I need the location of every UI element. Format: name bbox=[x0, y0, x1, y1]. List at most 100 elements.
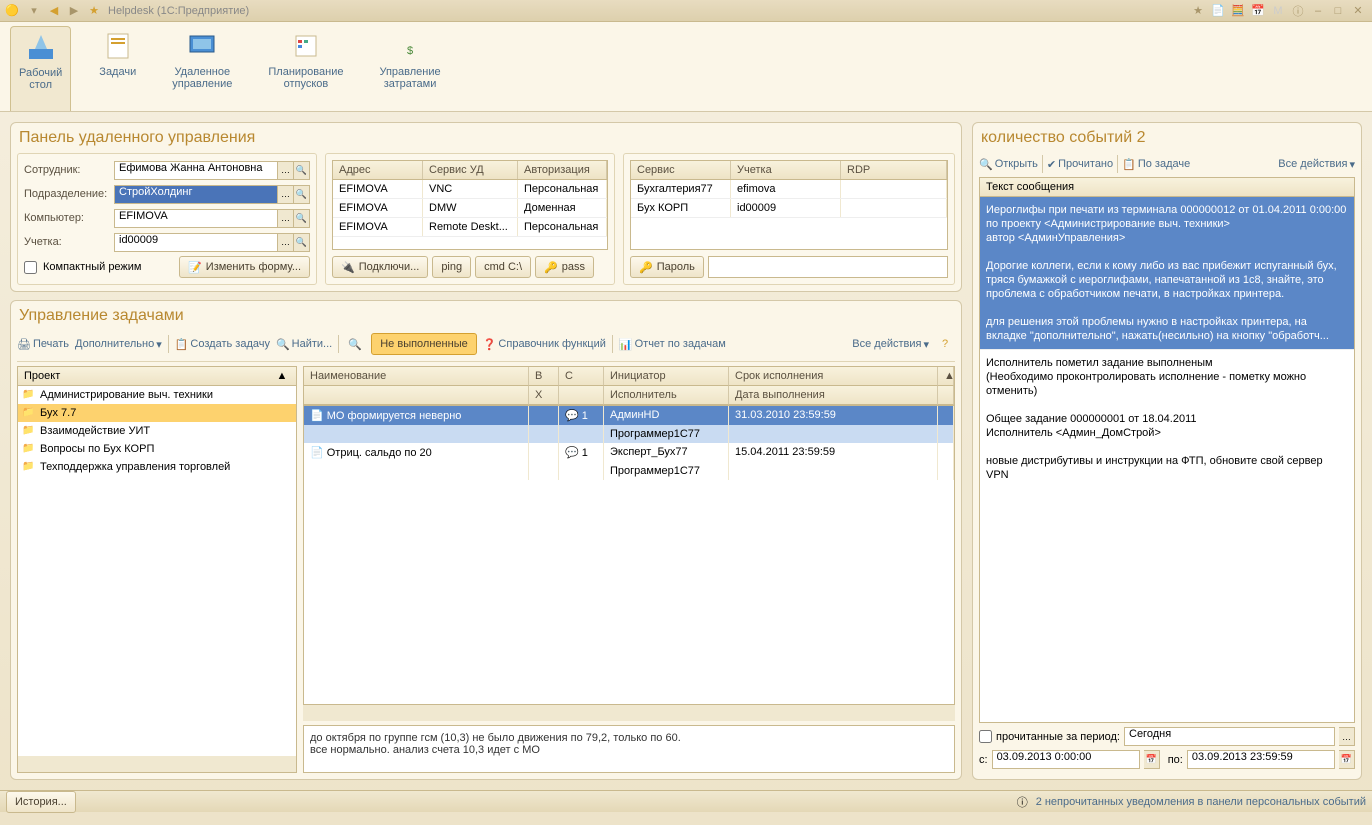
history-button[interactable]: История... bbox=[6, 791, 76, 813]
doc-icon[interactable]: 📄 bbox=[1210, 3, 1226, 19]
sort-icon[interactable]: ▲ bbox=[274, 370, 290, 382]
proj-header[interactable]: Проект bbox=[24, 370, 274, 382]
employee-input[interactable] bbox=[114, 161, 278, 180]
compact-checkbox[interactable] bbox=[24, 261, 37, 274]
compact-label: Компактный режим bbox=[43, 261, 142, 273]
cmd-button[interactable]: cmd C:\ bbox=[475, 256, 531, 278]
read-button[interactable]: ✔ Прочитано bbox=[1047, 158, 1113, 171]
bytask-button[interactable]: 📋 По задаче bbox=[1122, 158, 1190, 171]
dropdown-icon[interactable]: ▾ bbox=[26, 3, 42, 19]
th-exec[interactable]: Исполнитель bbox=[604, 386, 729, 405]
minimize-icon[interactable]: – bbox=[1310, 3, 1326, 19]
employee-search-icon[interactable]: 🔍 bbox=[294, 161, 310, 180]
nav-remote[interactable]: Удаленное управление bbox=[164, 26, 240, 111]
th-due[interactable]: Срок исполнения bbox=[729, 367, 938, 386]
read-period-checkbox[interactable] bbox=[979, 730, 992, 743]
account-search-icon[interactable]: 🔍 bbox=[294, 233, 310, 252]
computer-more-icon[interactable]: … bbox=[278, 209, 294, 228]
nav-costs[interactable]: $ Управление затратами bbox=[371, 26, 448, 111]
to-date-input[interactable]: 03.09.2013 23:59:59 bbox=[1187, 750, 1335, 769]
close-icon[interactable]: ✕ bbox=[1350, 3, 1366, 19]
employee-label: Сотрудник: bbox=[24, 164, 114, 176]
allactions-button[interactable]: Все действия ▾ bbox=[852, 338, 929, 351]
col-service[interactable]: Сервис УД bbox=[423, 161, 518, 179]
th-c[interactable]: С bbox=[559, 367, 604, 386]
star-icon[interactable]: ★ bbox=[86, 3, 102, 19]
account-input[interactable] bbox=[114, 233, 278, 252]
task-scroll-h[interactable] bbox=[303, 705, 955, 721]
period-preset-input[interactable]: Сегодня bbox=[1124, 727, 1335, 746]
task-row[interactable]: 📄 Отриц. сальдо по 20💬 1Эксперт_Бух7715.… bbox=[304, 443, 954, 462]
nav-fwd-icon[interactable]: ▶ bbox=[66, 3, 82, 19]
project-item[interactable]: Администрирование выч. техники bbox=[18, 386, 296, 404]
change-form-button[interactable]: 📝 Изменить форму... bbox=[179, 256, 310, 278]
notif-text[interactable]: 2 непрочитанных уведомления в панели пер… bbox=[1036, 796, 1366, 808]
print-button[interactable]: 🖨 Печать bbox=[17, 338, 69, 351]
project-item[interactable]: Взаимодействие УИТ bbox=[18, 422, 296, 440]
project-item[interactable]: Вопросы по Бух КОРП bbox=[18, 440, 296, 458]
th-sort-icon[interactable]: ▲ bbox=[938, 367, 954, 386]
col-addr[interactable]: Адрес bbox=[333, 161, 423, 179]
th-b[interactable]: В bbox=[529, 367, 559, 386]
filter-icon[interactable]: 🔍 bbox=[347, 336, 363, 352]
proj-scroll-h[interactable] bbox=[18, 756, 296, 772]
computer-search-icon[interactable]: 🔍 bbox=[294, 209, 310, 228]
calendar-icon[interactable]: 📅 bbox=[1250, 3, 1266, 19]
pass-button[interactable]: 🔑 pass bbox=[535, 256, 594, 278]
col-auth[interactable]: Авторизация bbox=[518, 161, 607, 179]
open-button[interactable]: 🔍 Открыть bbox=[979, 158, 1038, 171]
filter-incomplete-button[interactable]: Не выполненные bbox=[371, 333, 476, 355]
col-acct[interactable]: Учетка bbox=[731, 161, 841, 179]
maximize-icon[interactable]: □ bbox=[1330, 3, 1346, 19]
th-x[interactable]: X bbox=[529, 386, 559, 405]
table-row[interactable]: Бухгалтерия77efimova bbox=[631, 180, 947, 199]
events-header[interactable]: Текст сообщения bbox=[980, 178, 1354, 197]
info-icon[interactable]: ⓘ bbox=[1290, 3, 1306, 19]
statusbar: История... ⓘ 2 непрочитанных уведомления… bbox=[0, 790, 1372, 812]
from-date-input[interactable]: 03.09.2013 0:00:00 bbox=[992, 750, 1140, 769]
project-item[interactable]: Бух 7.7 bbox=[18, 404, 296, 422]
connect-button[interactable]: 🔌 Подключи... bbox=[332, 256, 428, 278]
computer-input[interactable] bbox=[114, 209, 278, 228]
employee-more-icon[interactable]: … bbox=[278, 161, 294, 180]
th-init[interactable]: Инициатор bbox=[604, 367, 729, 386]
dept-more-icon[interactable]: … bbox=[278, 185, 294, 204]
th-done[interactable]: Дата выполнения bbox=[729, 386, 938, 405]
nav-back-icon[interactable]: ◀ bbox=[46, 3, 62, 19]
table-row[interactable]: EFIMOVAVNCПерсональная bbox=[333, 180, 607, 199]
task-row-sub[interactable]: Программер1С77 bbox=[304, 425, 954, 443]
col-svc2[interactable]: Сервис bbox=[631, 161, 731, 179]
task-row[interactable]: 📄 МО формируется неверно💬 1АдминHD31.03.… bbox=[304, 406, 954, 425]
password-button[interactable]: 🔑 Пароль bbox=[630, 256, 704, 278]
more-button[interactable]: Дополнительно ▾ bbox=[75, 338, 162, 351]
event-message-2[interactable]: Исполнитель пометил задание выполненым (… bbox=[980, 349, 1354, 488]
table-row[interactable]: EFIMOVADMWДоменная bbox=[333, 199, 607, 218]
ping-button[interactable]: ping bbox=[432, 256, 471, 278]
ev-allactions-button[interactable]: Все действия ▾ bbox=[1278, 158, 1355, 171]
fav-icon[interactable]: ★ bbox=[1190, 3, 1206, 19]
table-row[interactable]: Бух КОРПid00009 bbox=[631, 199, 947, 218]
table-row[interactable]: EFIMOVARemote Deskt...Персональная bbox=[333, 218, 607, 237]
help-icon[interactable]: ? bbox=[937, 336, 953, 352]
from-cal-icon[interactable]: 📅 bbox=[1144, 750, 1160, 769]
find-button[interactable]: 🔍 Найти... bbox=[276, 338, 332, 351]
dept-search-icon[interactable]: 🔍 bbox=[294, 185, 310, 204]
create-task-button[interactable]: 📋 Создать задачу bbox=[175, 338, 270, 351]
nav-tasks[interactable]: Задачи bbox=[91, 26, 144, 111]
report-button[interactable]: 📊 Отчет по задачам bbox=[619, 338, 726, 351]
m-icon[interactable]: M bbox=[1270, 3, 1286, 19]
th-name[interactable]: Наименование bbox=[304, 367, 529, 386]
calc-icon[interactable]: 🧮 bbox=[1230, 3, 1246, 19]
project-item[interactable]: Техподдержка управления торговлей bbox=[18, 458, 296, 476]
notif-icon[interactable]: ⓘ bbox=[1017, 794, 1028, 810]
dept-input[interactable]: СтройХолдинг bbox=[114, 185, 278, 204]
period-more-icon[interactable]: … bbox=[1339, 727, 1355, 746]
col-rdp[interactable]: RDP bbox=[841, 161, 947, 179]
task-row-sub[interactable]: Программер1С77 bbox=[304, 462, 954, 480]
nav-desktop[interactable]: Рабочий стол bbox=[10, 26, 71, 111]
account-more-icon[interactable]: … bbox=[278, 233, 294, 252]
event-message-1[interactable]: Иероглифы при печати из терминала 000000… bbox=[980, 197, 1354, 349]
ref-button[interactable]: ❓ Справочник функций bbox=[483, 338, 606, 351]
to-cal-icon[interactable]: 📅 bbox=[1339, 750, 1355, 769]
nav-vacation[interactable]: Планирование отпусков bbox=[260, 26, 351, 111]
